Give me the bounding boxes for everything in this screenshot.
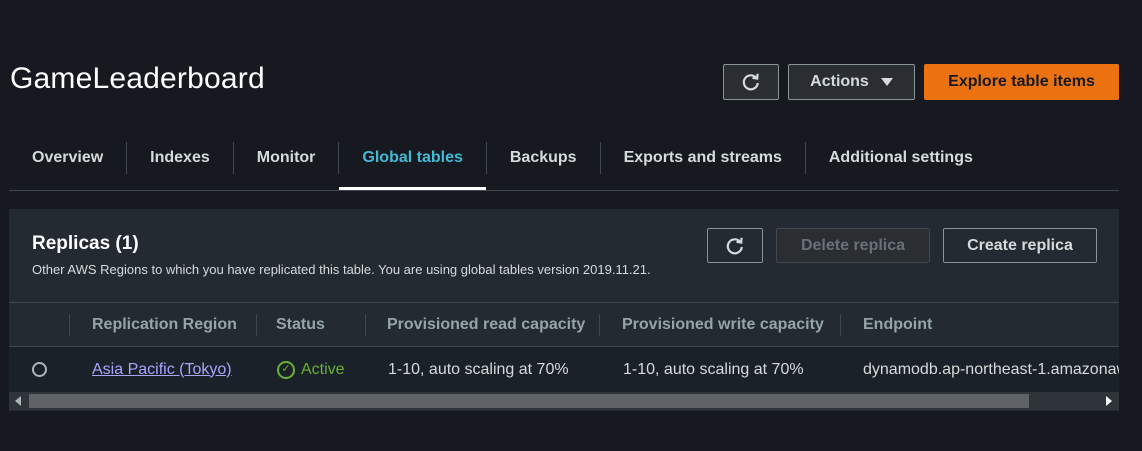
replicas-panel: Replicas (1) Other AWS Regions to which … — [9, 209, 1119, 411]
create-replica-button[interactable]: Create replica — [943, 228, 1097, 263]
tab-label: Global tables — [362, 149, 463, 166]
tab-backups[interactable]: Backups — [487, 137, 600, 179]
scroll-right-icon[interactable] — [1106, 396, 1112, 406]
tab-label: Backups — [509, 149, 577, 166]
cell-status: ✓ Active — [277, 347, 345, 392]
tab-exports-and-streams[interactable]: Exports and streams — [601, 137, 805, 179]
page-title: GameLeaderboard — [10, 62, 265, 95]
tab-overview[interactable]: Overview — [9, 137, 126, 179]
region-link[interactable]: Asia Pacific (Tokyo) — [92, 361, 232, 379]
tab-label: Exports and streams — [623, 149, 782, 166]
scrollbar-thumb[interactable] — [29, 394, 1029, 408]
tab-global-tables[interactable]: Global tables — [339, 137, 487, 190]
explore-table-items-button[interactable]: Explore table items — [924, 64, 1119, 100]
tab-label: Monitor — [256, 149, 316, 166]
check-circle-icon: ✓ — [277, 360, 295, 379]
cell-region: Asia Pacific (Tokyo) — [92, 347, 232, 392]
table-header: Replication Region Status Provisioned re… — [9, 302, 1119, 347]
replicas-heading: Replicas (1) — [32, 233, 139, 254]
explore-label: Explore table items — [948, 73, 1095, 90]
column-header-read-capacity[interactable]: Provisioned read capacity — [387, 303, 585, 347]
column-header-write-capacity[interactable]: Provisioned write capacity — [622, 303, 824, 347]
refresh-button[interactable] — [723, 64, 779, 100]
column-divider — [69, 314, 70, 336]
tab-indexes[interactable]: Indexes — [127, 137, 233, 179]
tab-label: Additional settings — [828, 149, 973, 166]
refresh-icon — [742, 73, 759, 91]
tab-label: Overview — [32, 149, 104, 166]
horizontal-scrollbar[interactable] — [9, 392, 1119, 410]
cell-write-capacity: 1-10, auto scaling at 70% — [623, 360, 804, 378]
refresh-icon — [726, 237, 743, 254]
replicas-description: Other AWS Regions to which you have repl… — [32, 262, 651, 277]
column-header-endpoint[interactable]: Endpoint — [863, 303, 932, 347]
column-header-region[interactable]: Replication Region — [92, 303, 237, 347]
tab-monitor[interactable]: Monitor — [234, 137, 339, 179]
cell-read-capacity: 1-10, auto scaling at 70% — [388, 360, 569, 378]
row-select-radio[interactable] — [32, 362, 47, 377]
status-text: Active — [301, 360, 345, 378]
actions-label: Actions — [810, 73, 869, 90]
caret-down-icon — [880, 78, 893, 86]
column-divider — [840, 314, 841, 336]
column-divider — [365, 314, 366, 336]
delete-replica-button[interactable]: Delete replica — [776, 228, 930, 263]
tab-bar: Overview Indexes Monitor Global tables B… — [9, 137, 1119, 191]
column-divider — [599, 314, 600, 336]
cell-endpoint: dynamodb.ap-northeast-1.amazonaws.com — [863, 360, 1119, 378]
page: GameLeaderboard Actions Explore table it… — [0, 0, 1142, 451]
tab-label: Indexes — [150, 149, 210, 166]
tab-additional-settings[interactable]: Additional settings — [806, 137, 996, 179]
scroll-left-icon[interactable] — [15, 396, 21, 406]
actions-dropdown-button[interactable]: Actions — [788, 64, 915, 100]
column-header-status[interactable]: Status — [276, 303, 325, 347]
column-divider — [256, 314, 257, 336]
table-row[interactable]: Asia Pacific (Tokyo) ✓ Active 1-10, auto… — [9, 347, 1119, 392]
replicas-refresh-button[interactable] — [707, 228, 763, 263]
